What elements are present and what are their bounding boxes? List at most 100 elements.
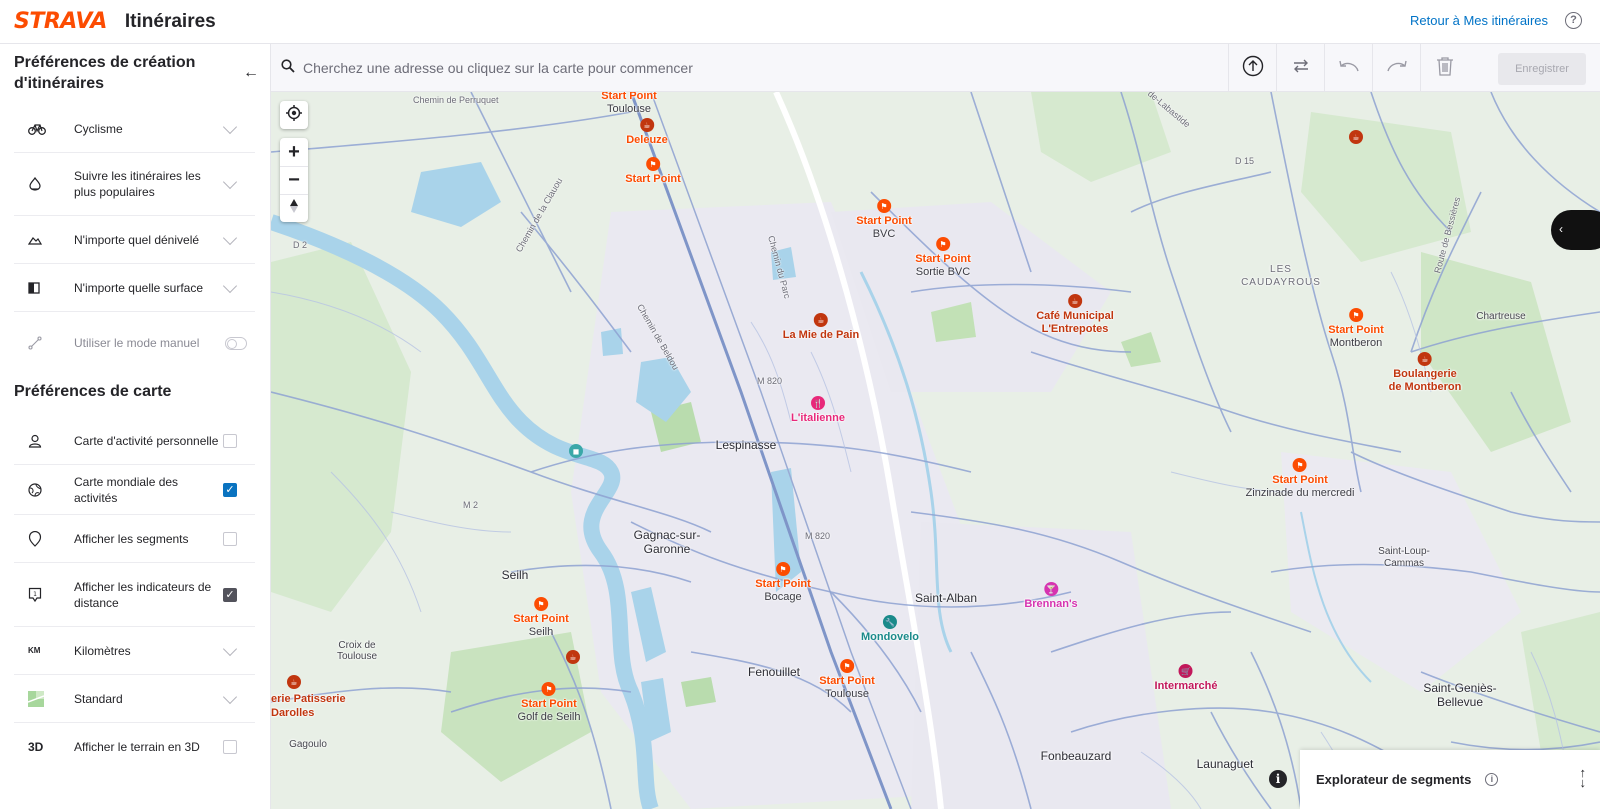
place-label: LES [1270,264,1292,275]
manual-mode-toggle[interactable] [225,336,247,350]
poi-marker[interactable]: ☕ Boulangerie de Montberon [1389,352,1461,394]
elevation-label: N'importe quel dénivelé [74,232,200,247]
flag-icon: ⚑ [1293,458,1307,472]
search-input[interactable] [303,56,1223,80]
poi-marker[interactable]: ◼ [569,444,583,460]
popularity-select[interactable]: Suivre les itinéraires les plus populair… [14,153,255,216]
undo-button[interactable] [1324,44,1372,92]
zoom-in-button[interactable]: + [280,138,308,166]
right-panel-tab[interactable]: ‹ [1551,210,1600,250]
map-prefs-title: Préférences de carte [14,383,172,400]
poi-marker[interactable]: 🍸 Brennan's [1024,582,1078,611]
personal-heatmap-checkbox[interactable] [223,433,237,448]
place-label: Chartreuse [1476,311,1526,322]
cafe-icon: ☕ [566,650,580,664]
poi-marker[interactable]: ⚑ Start Point Golf de Seilh [518,682,580,724]
place-label: Bellevue [1436,695,1484,709]
poi-marker[interactable]: 🔧 Mondovelo [861,615,919,644]
poi-marker[interactable]: ⚑ Start Point Seilh [513,597,569,639]
poi-marker[interactable]: ⚑ Start Point Toulouse [819,659,875,701]
map-canvas [271,92,1600,809]
poi-marker[interactable]: ⚑ Start Point Zinzinade du mercredi [1246,458,1354,500]
save-route-button[interactable]: Enregistrer [1498,53,1586,85]
elevation-select[interactable]: N'importe quel dénivelé [14,216,255,264]
strava-logo[interactable]: STRAVA [14,9,107,34]
redo-icon [1386,59,1408,78]
global-heatmap-label: Carte mondiale des activités [74,474,179,505]
help-icon[interactable]: ? [1565,12,1582,29]
terrain-3d-row[interactable]: 3D Afficher le terrain en 3D [14,723,255,771]
road-label: D 15 [1235,156,1255,166]
distance-markers-row[interactable]: 1 Afficher les indicateurs de distance ✓ [14,563,255,627]
locate-me-button[interactable] [280,101,308,129]
back-to-routes-link[interactable]: Retour à Mes itinéraires [1410,13,1548,28]
swap-icon [1292,58,1310,79]
flag-icon: ⚑ [877,199,891,213]
bike-shop-icon: 🔧 [883,615,897,629]
popularity-label: Suivre les itinéraires les plus populair… [74,169,201,199]
zoom-out-button[interactable]: − [280,166,308,194]
poi-marker[interactable]: ☕ Café Municipal L'Entrepotes [1036,294,1114,336]
global-heatmap-row[interactable]: Carte mondiale des activités ✓ [14,465,255,515]
place-label: CAUDAYROUS [1241,277,1321,288]
segment-explorer-panel[interactable]: Explorateur de segments i ↑ ↓ [1300,750,1600,809]
redo-button[interactable] [1372,44,1420,92]
surface-icon [28,281,54,294]
poi-marker[interactable]: ☕ [566,650,580,666]
surface-label: N'importe quelle surface [74,280,204,295]
flag-icon: ⚑ [1349,308,1363,322]
sidebar: Préférences de création d'itinéraires ← … [0,44,271,809]
terrain-3d-icon: 3D [28,740,44,754]
poi-marker[interactable]: ☕ [283,675,301,691]
show-segments-checkbox[interactable] [223,531,237,546]
sport-type-select[interactable]: Cyclisme [14,105,255,153]
poi-marker[interactable]: ⚑ Start Point Bocage [755,562,811,604]
reverse-route-button[interactable] [1276,44,1324,92]
heatmap-icon [28,177,54,191]
person-icon [28,434,54,448]
chevron-left-icon: ‹ [1559,222,1563,236]
cafe-icon: ☕ [1068,294,1082,308]
map-info-button[interactable]: i [1269,770,1287,788]
info-icon[interactable]: i [1485,773,1499,786]
terrain-3d-label: Afficher le terrain en 3D [74,740,200,754]
expand-icon[interactable]: ↑ ↓ [1580,766,1587,789]
upload-button[interactable] [1228,44,1276,92]
poi-marker[interactable]: ☕ [1349,130,1363,146]
search-icon [281,59,295,78]
route-tools [1228,44,1468,92]
segment-explorer-title: Explorateur de segments [1316,772,1472,787]
route-map[interactable]: + − Chemin de Perruquet Chemin de la Cla… [271,92,1600,809]
chevron-down-icon [222,689,238,704]
distance-markers-label: Afficher les indicateurs de distance [74,579,212,610]
distance-marker-icon: 1 [28,587,54,603]
zoom-controls: + − [280,138,308,222]
flag-icon: ⚑ [541,682,556,696]
terrain-3d-checkbox[interactable] [223,740,237,754]
poi-marker[interactable]: ☕ La Mie de Pain [783,313,859,342]
road-label: M 2 [463,500,479,510]
personal-heatmap-row[interactable]: Carte d'activité personnelle [14,417,255,465]
poi-marker[interactable]: 🛒 Intermarché [1155,664,1217,693]
cafe-icon: ☕ [1349,130,1363,144]
elevation-icon [28,235,54,245]
poi-marker[interactable]: ⚑ Start Point BVC [856,199,912,241]
poi-marker[interactable]: ⚑ Start Point Montberon [1328,308,1384,350]
road-label: M 820 [805,531,831,541]
collapse-sidebar-icon[interactable]: ← [243,64,259,82]
show-segments-row[interactable]: Afficher les segments [14,515,255,563]
delete-route-button[interactable] [1420,44,1468,92]
surface-select[interactable]: N'importe quelle surface [14,264,255,312]
poi-marker[interactable]: ⚑ Start Point [625,157,681,186]
compass-button[interactable] [280,194,308,222]
global-heatmap-checkbox[interactable]: ✓ [223,482,237,497]
flag-icon: ⚑ [534,597,548,611]
distance-markers-checkbox[interactable]: ✓ [223,587,237,602]
map-style-select[interactable]: Standard [14,675,255,723]
poi-marker[interactable]: 🍴 L'italienne [791,396,845,425]
poi-marker[interactable]: Start Point Toulouse [601,92,657,116]
poi-marker[interactable]: ☕ Deleuze [626,118,668,147]
poi-marker[interactable]: ⚑ Start Point Sortie BVC [915,237,971,279]
manual-icon [28,336,54,350]
units-select[interactable]: KM Kilomètres [14,627,255,675]
